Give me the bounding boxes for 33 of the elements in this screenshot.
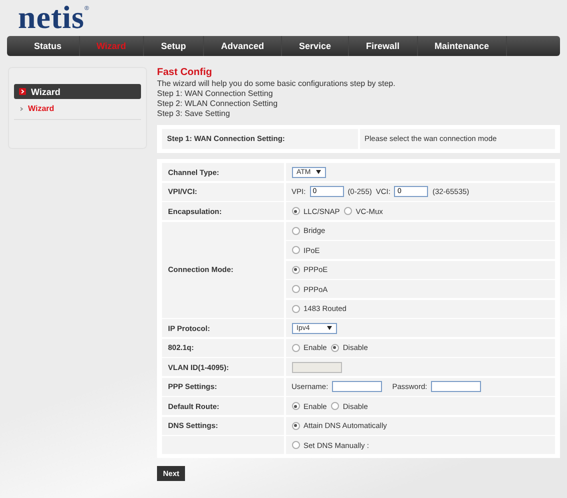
chevron-icon [20,106,23,110]
radio-button[interactable] [292,422,300,430]
logo: netis [18,0,84,34]
intro-text: Step 2: WLAN Connection Setting [157,99,279,109]
input-field[interactable] [332,381,382,392]
sidebar-item[interactable]: Wizard [28,104,54,113]
nav-tab[interactable]: Service [282,36,349,56]
radio-button[interactable] [292,304,300,312]
intro-text: The wizard will help you do some basic configurations step by step. [157,79,396,89]
radio-button[interactable] [292,207,300,215]
nav-tab[interactable]: Maintenance [418,36,508,56]
page-title: Fast Config [157,67,213,79]
input-field[interactable] [431,381,482,392]
radio-button[interactable] [330,402,339,410]
radio-button[interactable] [292,285,300,293]
radio-button[interactable] [292,226,300,234]
intro-text: Step 1: WAN Connection Setting [157,89,274,99]
sidebar-header[interactable]: Wizard [14,84,141,99]
caret-icon [326,326,332,330]
radio-button[interactable] [344,207,352,215]
radio-button[interactable] [292,344,300,352]
radio-button[interactable] [292,402,300,410]
radio-button[interactable] [292,246,300,254]
radio-button[interactable] [330,344,339,352]
arrow-icon [19,88,26,95]
intro-text: Step 3: Save Setting [157,109,231,119]
nav-tab[interactable]: Advanced [204,36,282,56]
nav-tab[interactable]: Setup [144,36,204,56]
nav-tab[interactable]: Firewall [349,36,418,56]
caret-icon [316,170,320,174]
nav-tab[interactable]: Status [17,36,80,56]
radio-button[interactable] [292,441,300,449]
radio-button[interactable] [292,266,300,274]
